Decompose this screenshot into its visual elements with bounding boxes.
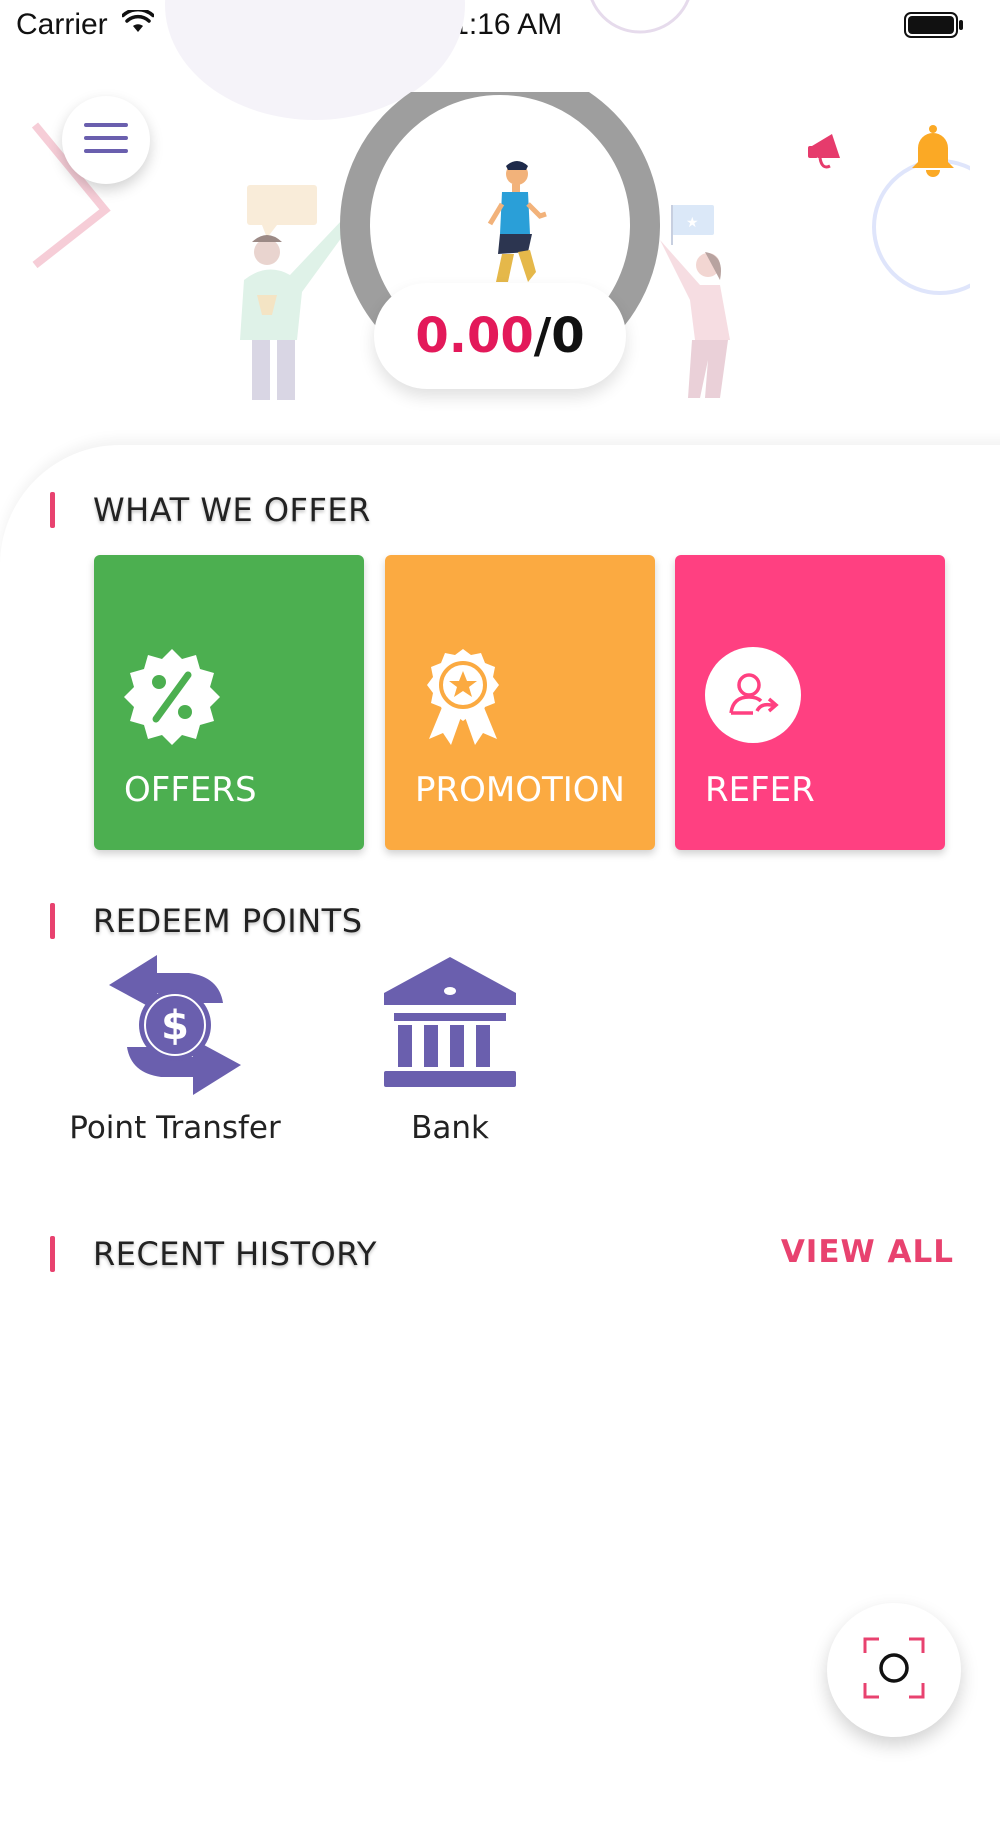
- runner-icon: [487, 161, 547, 282]
- section-title-offers: WHAT WE OFFER: [93, 491, 371, 529]
- section-accent-bar: [50, 492, 55, 528]
- bank-label: Bank: [411, 1110, 489, 1146]
- flag-person-illustration: ★: [660, 205, 730, 398]
- award-ribbon-icon: [413, 647, 513, 747]
- hamburger-menu-icon: [84, 121, 128, 160]
- section-header-offers: WHAT WE OFFER: [50, 490, 371, 530]
- point-transfer-label: Point Transfer: [69, 1110, 281, 1146]
- svg-text:★: ★: [686, 215, 699, 231]
- section-title-history: RECENT HISTORY: [93, 1235, 377, 1273]
- bank-building-icon: [380, 955, 520, 1100]
- megaphone-icon[interactable]: [806, 126, 852, 177]
- scan-button[interactable]: [827, 1603, 961, 1737]
- offers-card-label: OFFERS: [124, 770, 257, 810]
- status-bar: Carrier 11:16 AM: [0, 0, 1000, 52]
- scan-icon: [863, 1637, 925, 1704]
- offers-card[interactable]: OFFERS: [94, 555, 364, 850]
- section-title-redeem: REDEEM POINTS: [93, 902, 363, 940]
- section-accent-bar: [50, 1236, 55, 1272]
- section-header-history: RECENT HISTORY: [50, 1234, 377, 1274]
- refer-card[interactable]: REFER: [675, 555, 945, 850]
- clock-time: 11:16 AM: [437, 8, 563, 41]
- cheering-person-illustration: [240, 185, 350, 400]
- points-score: 0.00/0: [374, 283, 626, 389]
- section-header-redeem: REDEEM POINTS: [50, 901, 363, 941]
- dollar-exchange-icon: $: [105, 955, 245, 1100]
- view-all-link[interactable]: VIEW ALL: [781, 1234, 954, 1270]
- svg-text:$: $: [161, 1003, 189, 1049]
- section-accent-bar: [50, 903, 55, 939]
- refer-user-icon: [703, 647, 803, 747]
- battery-icon: [904, 12, 964, 43]
- refer-card-label: REFER: [705, 770, 815, 810]
- promotion-card-label: PROMOTION: [415, 770, 625, 810]
- menu-button[interactable]: [62, 96, 150, 184]
- points-earned: 0.00: [415, 308, 534, 364]
- discount-badge-icon: [122, 647, 222, 747]
- points-total: /0: [533, 308, 585, 364]
- promotion-card[interactable]: PROMOTION: [385, 555, 655, 850]
- bell-icon[interactable]: [910, 124, 956, 183]
- decor-circle-top: [590, 0, 690, 34]
